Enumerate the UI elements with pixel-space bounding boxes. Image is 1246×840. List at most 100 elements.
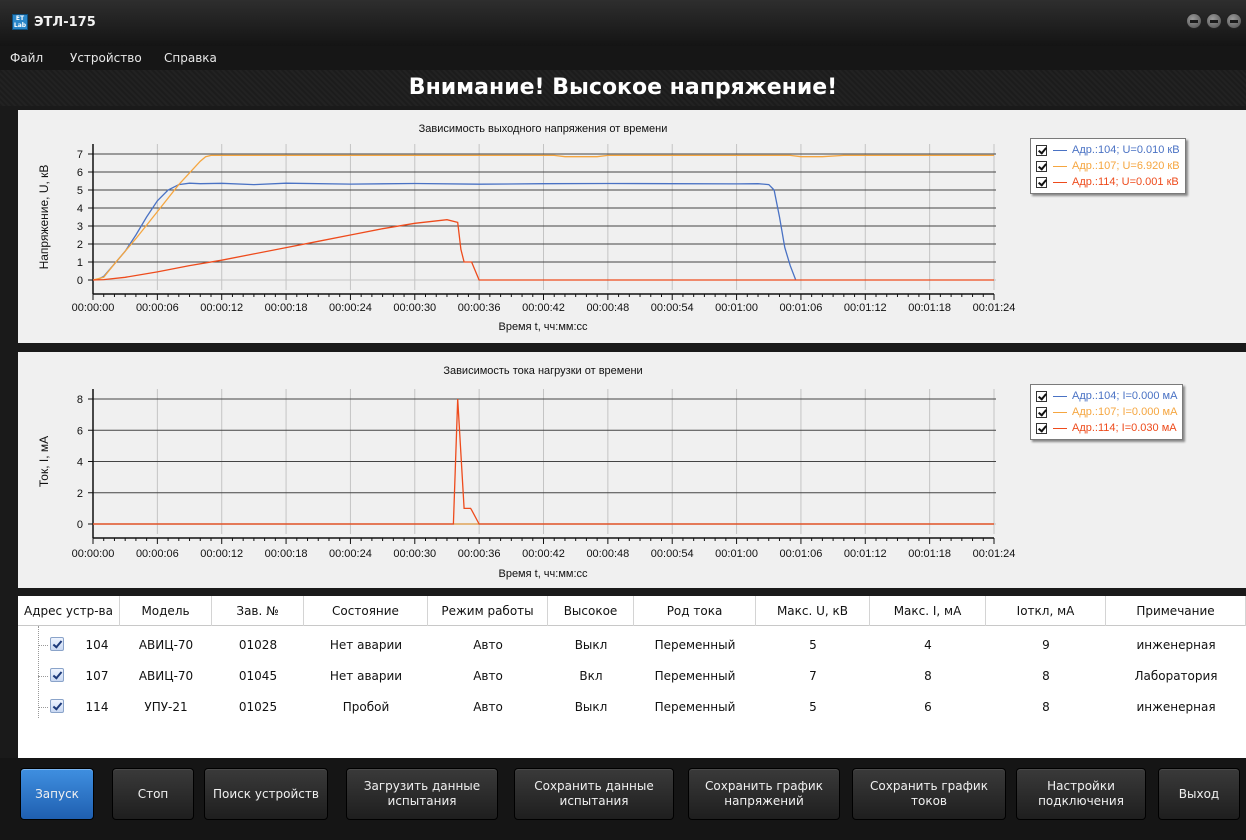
load-test-data-button[interactable]: Загрузить данные испытания: [346, 768, 498, 820]
y-tick-label: 1: [77, 257, 83, 269]
table-cell: 107: [85, 669, 109, 683]
devices-table: Адрес устр-ва Модель Зав. № Состояние Режим …: [18, 596, 1246, 758]
legend-checkbox[interactable]: [1036, 390, 1047, 402]
table-cell: 01025: [238, 700, 278, 714]
chart-legend: Адр.:104; U=0.010 кВ Адр.:107; U=6.920 кВ…: [1030, 138, 1186, 194]
device-checkbox[interactable]: [50, 668, 64, 682]
menu-file[interactable]: Файл: [10, 51, 43, 65]
column-header[interactable]: Макс. I, мА: [870, 596, 986, 626]
menu-device[interactable]: Устройство: [70, 51, 142, 65]
table-cell: 4: [924, 638, 932, 652]
table-cell: Переменный: [654, 669, 736, 683]
x-tick-label: 00:00:42: [522, 302, 565, 314]
y-tick-label: 8: [77, 394, 83, 406]
x-tick-label: 00:01:18: [908, 548, 951, 560]
tree-branch: [38, 707, 48, 708]
device-checkbox[interactable]: [50, 699, 64, 713]
menu-help[interactable]: Справка: [164, 51, 217, 65]
table-cell: инженерная: [1136, 700, 1216, 714]
table-cell: УПУ-21: [144, 700, 188, 714]
column-header[interactable]: Примечание: [1106, 596, 1246, 626]
column-header[interactable]: Род тока: [634, 596, 756, 626]
save-test-data-button[interactable]: Сохранить данные испытания: [514, 768, 674, 820]
table-cell: Переменный: [654, 700, 736, 714]
maximize-button[interactable]: [1206, 13, 1222, 29]
legend-checkbox[interactable]: [1036, 160, 1047, 172]
legend-checkbox[interactable]: [1036, 422, 1047, 434]
x-tick-label: 00:00:48: [586, 302, 629, 314]
table-cell: Нет аварии: [329, 669, 403, 683]
y-tick-label: 2: [77, 239, 83, 251]
connection-settings-button[interactable]: Настройки подключения: [1016, 768, 1146, 820]
start-button[interactable]: Запуск: [20, 768, 94, 820]
legend-label: Адр.:107; I=0.000 мА: [1072, 406, 1178, 418]
legend-checkbox[interactable]: [1036, 176, 1047, 188]
x-tick-label: 00:00:12: [200, 302, 243, 314]
exit-button[interactable]: Выход: [1158, 768, 1240, 820]
legend-item: Адр.:114; I=0.030 мА: [1036, 420, 1177, 436]
table-row[interactable]: 104 АВИЦ-70 01028 Нет аварии Авто Выкл Перемен…: [18, 632, 1246, 658]
column-header[interactable]: Модель: [120, 596, 212, 626]
x-tick-label: 00:01:12: [844, 548, 887, 560]
legend-swatch: [1053, 149, 1067, 151]
x-tick-label: 00:00:48: [586, 548, 629, 560]
column-header[interactable]: Зав. №: [212, 596, 304, 626]
x-tick-label: 00:00:12: [200, 548, 243, 560]
column-header[interactable]: Высокое: [548, 596, 634, 626]
table-cell: 8: [1042, 700, 1050, 714]
table-cell: Выкл: [574, 638, 608, 652]
chart-title: Зависимость тока нагрузки от времени: [443, 365, 642, 377]
legend-item: Адр.:114; U=0.001 кВ: [1036, 174, 1180, 190]
device-checkbox[interactable]: [50, 637, 64, 651]
tree-branch: [38, 645, 48, 646]
legend-label: Адр.:114; U=0.001 кВ: [1072, 176, 1179, 188]
x-tick-label: 00:00:24: [329, 548, 372, 560]
table-cell: Лаборатория: [1134, 669, 1218, 683]
table-cell: Пробой: [342, 700, 390, 714]
table-cell: АВИЦ-70: [138, 638, 194, 652]
save-voltage-chart-button[interactable]: Сохранить график напряжений: [688, 768, 840, 820]
column-header[interactable]: Режим работы: [428, 596, 548, 626]
table-cell: Авто: [473, 638, 503, 652]
x-tick-label: 00:01:24: [973, 302, 1016, 314]
x-tick-label: 00:00:54: [651, 548, 694, 560]
table-cell: инженерная: [1136, 638, 1216, 652]
chart-title: Зависимость выходного напряжения от врем…: [419, 123, 668, 135]
table-cell: Нет аварии: [329, 638, 403, 652]
y-tick-label: 0: [77, 519, 83, 531]
table-cell: 9: [1042, 638, 1050, 652]
minimize-button[interactable]: [1186, 13, 1202, 29]
x-axis-label: Время t, чч:мм:сс: [498, 321, 588, 333]
y-axis-label: Напряжение, U, кВ: [37, 165, 51, 270]
legend-label: Адр.:104; U=0.010 кВ: [1072, 144, 1180, 156]
legend-label: Адр.:114; I=0.030 мА: [1072, 422, 1177, 434]
table-cell: 8: [1042, 669, 1050, 683]
table-cell: 8: [924, 669, 932, 683]
legend-checkbox[interactable]: [1036, 406, 1047, 418]
save-current-chart-button[interactable]: Сохранить график токов: [852, 768, 1006, 820]
x-tick-label: 00:00:36: [458, 548, 501, 560]
x-axis-label: Время t, чч:мм:сс: [498, 568, 588, 580]
stop-button[interactable]: Стоп: [112, 768, 194, 820]
table-cell: АВИЦ-70: [138, 669, 194, 683]
column-header[interactable]: Адрес устр-ва: [18, 596, 120, 626]
table-cell: 6: [924, 700, 932, 714]
x-tick-label: 00:01:12: [844, 302, 887, 314]
current-chart: 0 2 4 6 8 00:00:00 00:00:06 00:00:12 00:00:18 00:…: [18, 352, 1246, 588]
column-header[interactable]: Iоткл, мА: [986, 596, 1106, 626]
legend-item: Адр.:104; I=0.000 мА: [1036, 388, 1177, 404]
legend-checkbox[interactable]: [1036, 144, 1047, 156]
legend-item: Адр.:104; U=0.010 кВ: [1036, 142, 1180, 158]
search-devices-button[interactable]: Поиск устройств: [204, 768, 328, 820]
legend-swatch: [1053, 165, 1067, 167]
close-button[interactable]: [1226, 13, 1242, 29]
table-row[interactable]: 107 АВИЦ-70 01045 Нет аварии Авто Вкл Переменн…: [18, 663, 1246, 689]
column-header[interactable]: Макс. U, кВ: [756, 596, 870, 626]
column-header[interactable]: Состояние: [304, 596, 428, 626]
y-tick-label: 6: [77, 167, 83, 179]
tree-branch: [38, 676, 48, 677]
x-tick-label: 00:00:18: [265, 548, 308, 560]
chart-legend: Адр.:104; I=0.000 мА Адр.:107; I=0.000 мА…: [1030, 384, 1184, 440]
x-tick-label: 00:00:00: [72, 548, 115, 560]
table-row[interactable]: 114 УПУ-21 01025 Пробой Авто Выкл Переменный 5 6…: [18, 694, 1246, 720]
